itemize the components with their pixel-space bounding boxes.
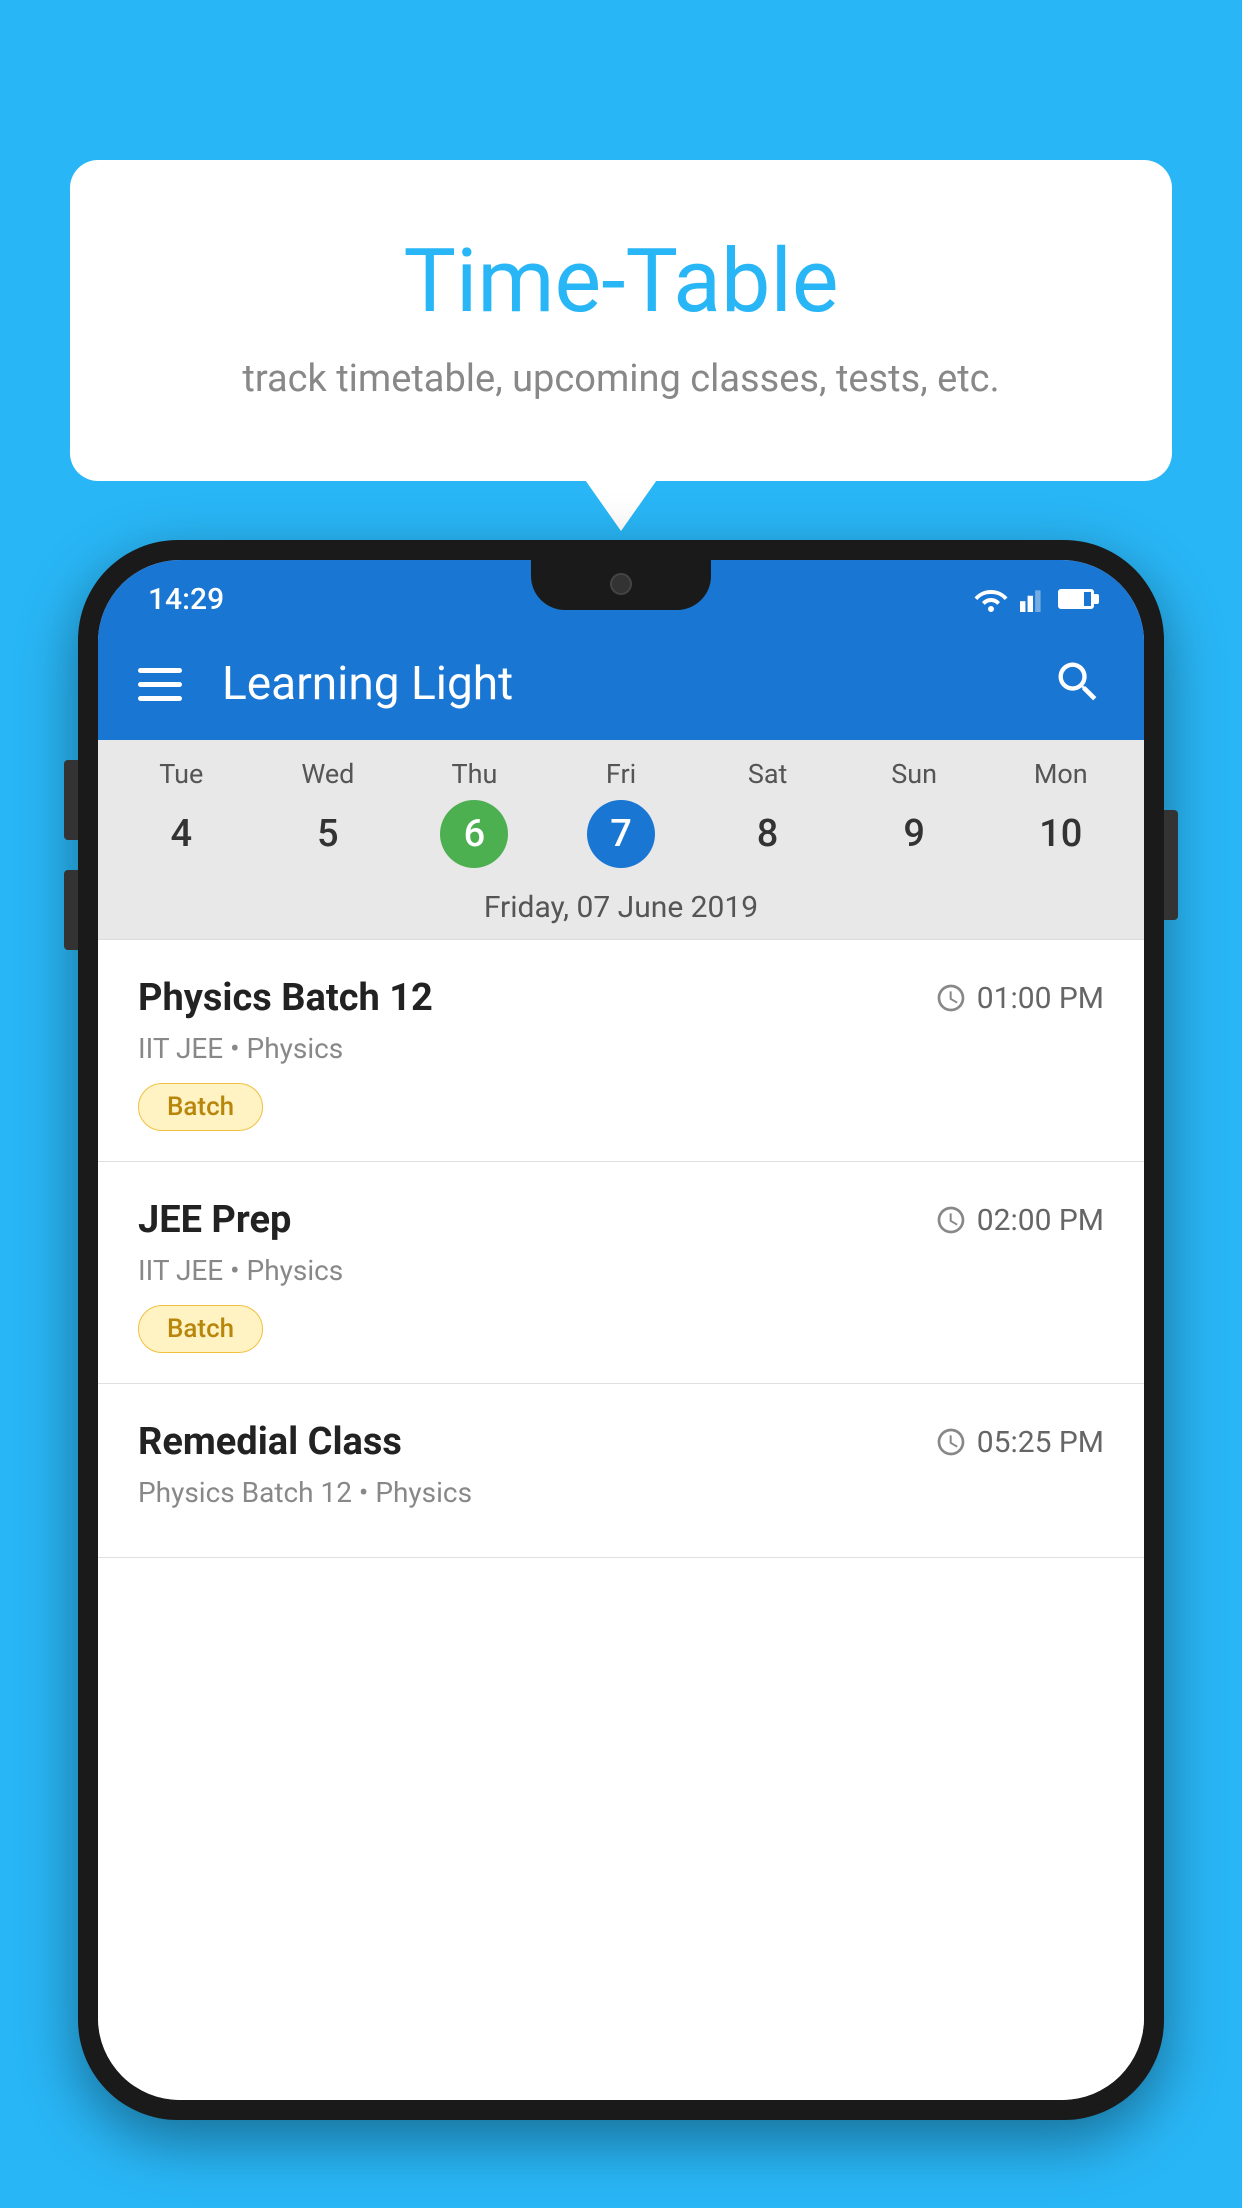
menu-button[interactable] bbox=[138, 668, 182, 701]
volume-down-button bbox=[64, 870, 78, 950]
day-name-label: Fri bbox=[606, 758, 636, 790]
schedule-title: JEE Prep bbox=[138, 1198, 291, 1242]
day-number[interactable]: 4 bbox=[147, 800, 215, 868]
day-column[interactable]: Tue 4 bbox=[108, 758, 255, 868]
camera bbox=[610, 573, 632, 595]
day-name-label: Wed bbox=[301, 758, 354, 790]
schedule-subtitle: IIT JEE • Physics bbox=[138, 1032, 1104, 1065]
day-name-label: Sat bbox=[748, 758, 788, 790]
schedule-item-header: JEE Prep 02:00 PM bbox=[138, 1198, 1104, 1242]
schedule-item[interactable]: JEE Prep 02:00 PM IIT JEE • Physics Batch bbox=[98, 1162, 1144, 1384]
phone-screen: 14:29 bbox=[98, 560, 1144, 2100]
power-button bbox=[1164, 810, 1178, 920]
app-title: Learning Light bbox=[222, 657, 1022, 711]
day-column[interactable]: Sat 8 bbox=[694, 758, 841, 868]
schedule-list: Physics Batch 12 01:00 PM IIT JEE • Physic… bbox=[98, 940, 1144, 2100]
signal-icon bbox=[1020, 586, 1046, 612]
speech-bubble-section: Time-Table track timetable, upcoming cla… bbox=[70, 160, 1172, 481]
day-number[interactable]: 10 bbox=[1027, 800, 1095, 868]
app-bar: Learning Light bbox=[98, 628, 1144, 740]
schedule-item-header: Remedial Class 05:25 PM bbox=[138, 1420, 1104, 1464]
bubble-title: Time-Table bbox=[150, 230, 1092, 333]
schedule-subtitle: IIT JEE • Physics bbox=[138, 1254, 1104, 1287]
day-name-label: Sun bbox=[891, 758, 937, 790]
day-name-label: Thu bbox=[452, 758, 498, 790]
status-icons bbox=[974, 586, 1094, 612]
wifi-icon bbox=[974, 586, 1008, 612]
clock-icon bbox=[935, 1426, 967, 1458]
day-column[interactable]: Sun 9 bbox=[841, 758, 988, 868]
day-column[interactable]: Mon 10 bbox=[987, 758, 1134, 868]
calendar-week: Tue 4 Wed 5 Thu 6 Fri 7 Sat 8 Sun 9 Mon 10 bbox=[98, 740, 1144, 876]
day-number[interactable]: 8 bbox=[734, 800, 802, 868]
schedule-item-header: Physics Batch 12 01:00 PM bbox=[138, 976, 1104, 1020]
day-number[interactable]: 6 bbox=[440, 800, 508, 868]
clock-icon bbox=[935, 1204, 967, 1236]
status-time: 14:29 bbox=[148, 582, 224, 617]
schedule-time: 02:00 PM bbox=[935, 1203, 1104, 1238]
day-column[interactable]: Thu 6 bbox=[401, 758, 548, 868]
day-number[interactable]: 5 bbox=[294, 800, 362, 868]
clock-icon bbox=[935, 982, 967, 1014]
day-column[interactable]: Fri 7 bbox=[548, 758, 695, 868]
day-number[interactable]: 9 bbox=[880, 800, 948, 868]
day-column[interactable]: Wed 5 bbox=[255, 758, 402, 868]
bubble-subtitle: track timetable, upcoming classes, tests… bbox=[150, 357, 1092, 401]
schedule-time: 01:00 PM bbox=[935, 981, 1104, 1016]
phone-container: 14:29 bbox=[78, 540, 1164, 2208]
schedule-item[interactable]: Physics Batch 12 01:00 PM IIT JEE • Physic… bbox=[98, 940, 1144, 1162]
schedule-title: Physics Batch 12 bbox=[138, 976, 433, 1020]
schedule-time: 05:25 PM bbox=[935, 1425, 1104, 1460]
speech-bubble: Time-Table track timetable, upcoming cla… bbox=[70, 160, 1172, 481]
selected-date: Friday, 07 June 2019 bbox=[98, 876, 1144, 940]
batch-badge: Batch bbox=[138, 1083, 263, 1131]
day-name-label: Mon bbox=[1034, 758, 1088, 790]
phone-notch bbox=[531, 558, 711, 610]
battery-icon bbox=[1058, 589, 1094, 609]
volume-up-button bbox=[64, 760, 78, 840]
schedule-item[interactable]: Remedial Class 05:25 PM Physics Batch 12 •… bbox=[98, 1384, 1144, 1558]
day-name-label: Tue bbox=[159, 758, 203, 790]
schedule-title: Remedial Class bbox=[138, 1420, 402, 1464]
schedule-subtitle: Physics Batch 12 • Physics bbox=[138, 1476, 1104, 1509]
day-number[interactable]: 7 bbox=[587, 800, 655, 868]
batch-badge: Batch bbox=[138, 1305, 263, 1353]
phone-frame: 14:29 bbox=[78, 540, 1164, 2120]
search-button[interactable] bbox=[1052, 656, 1104, 712]
